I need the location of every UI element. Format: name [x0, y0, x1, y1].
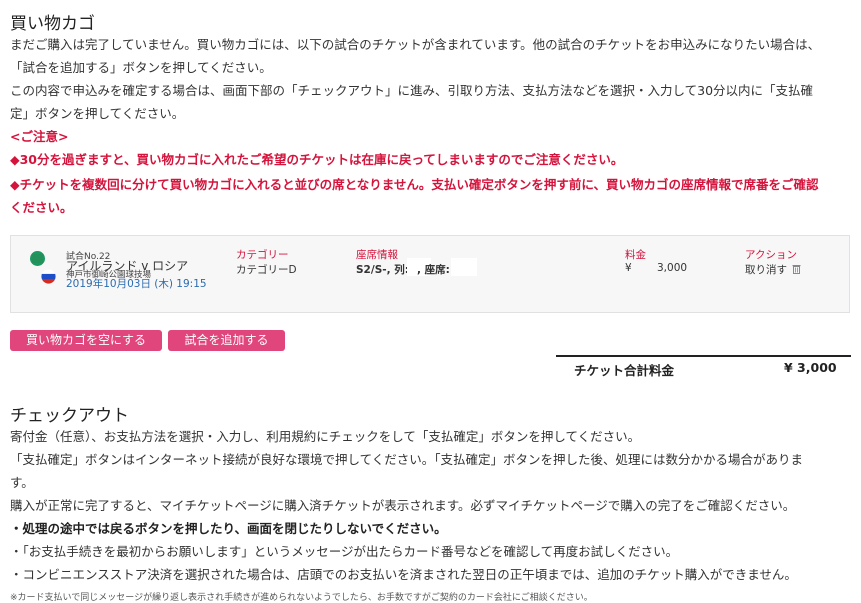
- checkout-text: 購入が正常に完了すると、マイチケットページに購入済チケットが表示されます。必ずマ…: [10, 498, 796, 513]
- russia-flag-icon: [41, 269, 56, 284]
- intro-text: 「試合を追加する」ボタンを押してください。: [10, 60, 272, 75]
- checkout-text: ・「お支払手続きを最初からお願いします」というメッセージが出たらカード番号などを…: [10, 544, 679, 559]
- cart-title: 買い物カゴ: [10, 14, 95, 34]
- trash-icon: [792, 265, 801, 274]
- add-match-button[interactable]: 試合を追加する: [168, 330, 285, 351]
- ireland-flag-icon: [30, 251, 45, 266]
- price-value: 3,000: [657, 262, 688, 274]
- intro-text: 定」ボタンを押してください。: [10, 106, 185, 121]
- total-label: チケット合計料金: [574, 363, 675, 378]
- seat-value-2: , 座席:: [417, 264, 450, 276]
- checkout-text: 寄付金（任意）、お支払方法を選択・入力し、利用規約にチェックをして「支払確定」ボ…: [10, 429, 641, 444]
- remove-ticket-link[interactable]: 取り消す: [745, 262, 801, 277]
- total-value: ¥ 3,000: [784, 360, 837, 375]
- checkout-footnote: ※カード支払いで同じメッセージが繰り返し表示され手続きが進められないようでしたら…: [10, 593, 593, 603]
- checkout-title: チェックアウト: [10, 406, 129, 426]
- checkout-warning: ・処理の途中では戻るボタンを押したり、画面を閉じたりしないでください。: [10, 521, 447, 536]
- category-label: カテゴリー: [236, 249, 289, 261]
- remove-label: 取り消す: [745, 264, 787, 276]
- notice-heading: <ご注意>: [10, 129, 69, 144]
- intro-text: この内容で申込みを確定する場合は、画面下部の「チェックアウト」に進み、引取り方法…: [10, 83, 814, 98]
- price-currency: ¥: [625, 262, 632, 274]
- notice-text: ◆30分を過ぎますと、買い物カゴに入れたご希望のチケットは在庫に戻ってしまいます…: [10, 152, 624, 167]
- checkout-text: 「支払確定」ボタンはインターネット接続が良好な環境で押してください。「支払確定」…: [10, 452, 804, 467]
- empty-cart-button[interactable]: 買い物カゴを空にする: [10, 330, 162, 351]
- checkout-text: ・コンビニエンスストア決済を選択された場合は、店頭でのお支払いを済まされた翌日の…: [10, 567, 797, 582]
- seat-redacted: [451, 258, 477, 276]
- price-label: 料金: [625, 249, 646, 261]
- action-label: アクション: [745, 249, 797, 261]
- ticket-card: 試合No.22 アイルランド v ロシア 神戸市御崎公園球技場 2019年10月…: [10, 235, 850, 313]
- category-value: カテゴリーD: [236, 264, 297, 276]
- seat-label: 座席情報: [356, 249, 398, 261]
- total-divider: [556, 355, 851, 357]
- match-datetime: 2019年10月03日 (木) 19:15: [66, 278, 207, 290]
- notice-text: ◆チケットを複数回に分けて買い物カゴに入れると並びの席となりません。支払い確定ボ…: [10, 177, 819, 192]
- notice-text: ください。: [10, 200, 73, 215]
- intro-text: まだご購入は完了していません。買い物カゴには、以下の試合のチケットが含まれていま…: [10, 37, 821, 52]
- seat-value: S2/S-, 列:: [356, 264, 409, 276]
- checkout-text: す。: [10, 475, 34, 490]
